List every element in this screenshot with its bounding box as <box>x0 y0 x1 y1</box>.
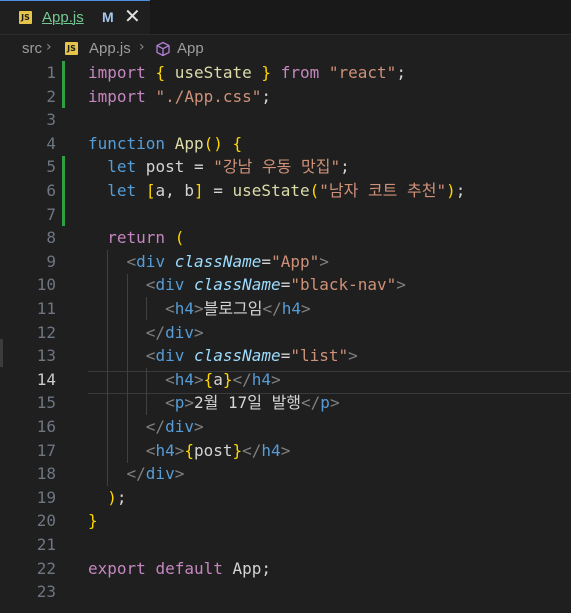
code-text[interactable]: import "./App.css"; <box>88 85 271 109</box>
code-line[interactable]: 8 return ( <box>0 226 571 250</box>
line-number: 13 <box>36 346 56 366</box>
code-line[interactable]: 1 import { useState } from "react"; <box>0 61 571 85</box>
breadcrumb-symbol[interactable]: App <box>177 40 204 57</box>
line-number: 20 <box>36 511 56 531</box>
breadcrumb-file[interactable]: App.js <box>89 40 131 57</box>
code-text[interactable]: <h4>{post}</h4> <box>88 439 291 463</box>
code-text[interactable]: <div className="list"> <box>88 344 358 368</box>
code-line[interactable]: 6 let [a, b] = useState("남자 코트 추천"); <box>0 179 571 203</box>
code-line[interactable]: 14 <h4>{a}</h4> <box>0 368 571 392</box>
code-line[interactable]: 15 <p>2월 17일 발행</p> <box>0 391 571 415</box>
line-number: 12 <box>36 322 56 342</box>
code-line[interactable]: 7 <box>0 203 571 227</box>
line-number: 11 <box>36 299 56 318</box>
close-icon[interactable]: ✕ <box>124 5 141 27</box>
line-number: 9 <box>46 251 56 271</box>
code-editor[interactable]: 1 import { useState } from "react"; 2 impor… <box>0 61 571 613</box>
code-line[interactable]: 9 <div className="App"> <box>0 250 571 274</box>
code-text[interactable]: <div className="black-nav"> <box>88 273 406 297</box>
line-number: 7 <box>46 204 56 224</box>
code-text[interactable]: ); <box>88 486 126 510</box>
code-text[interactable]: <h4>{a}</h4> <box>88 368 281 392</box>
modified-indicator: M <box>102 9 114 25</box>
line-number: 1 <box>46 63 56 82</box>
line-number: 19 <box>36 487 56 507</box>
code-text[interactable]: let post = "강남 우동 맛집"; <box>88 155 349 179</box>
code-text[interactable]: function App() { <box>88 132 242 156</box>
javascript-file-icon: JS <box>19 11 32 24</box>
code-line[interactable]: 2 import "./App.css"; <box>0 85 571 109</box>
breadcrumb-folder[interactable]: src <box>22 40 42 57</box>
line-number: 15 <box>36 393 56 413</box>
chevron-right-icon: › <box>46 39 52 55</box>
line-number: 17 <box>36 440 56 460</box>
line-number: 16 <box>36 417 56 436</box>
line-number: 8 <box>46 228 56 248</box>
code-line[interactable]: 20} <box>0 509 571 533</box>
line-number: 5 <box>46 157 56 177</box>
breadcrumb: src › JS App.js › App <box>0 35 571 61</box>
line-number: 2 <box>46 86 56 106</box>
code-line[interactable]: 10 <div className="black-nav"> <box>0 273 571 297</box>
code-text[interactable]: import { useState } from "react"; <box>88 61 406 85</box>
javascript-file-icon: JS <box>65 42 78 55</box>
code-text[interactable]: return ( <box>88 226 184 250</box>
line-number: 18 <box>36 464 56 484</box>
line-number: 10 <box>36 275 56 295</box>
code-line[interactable]: 17 <h4>{post}</h4> <box>0 439 571 463</box>
editor-tab-bar: JS App.js M ✕ <box>0 0 571 35</box>
tab-label[interactable]: App.js <box>42 9 84 26</box>
code-line[interactable]: 18 </div> <box>0 462 571 486</box>
code-text[interactable]: let [a, b] = useState("남자 코트 추천"); <box>88 179 465 203</box>
line-number: 3 <box>46 110 56 130</box>
code-text[interactable]: } <box>88 509 98 533</box>
code-line[interactable]: 19 ); <box>0 486 571 510</box>
code-line[interactable]: 5 let post = "강남 우동 맛집"; <box>0 155 571 179</box>
code-line[interactable]: 12 </div> <box>0 321 571 345</box>
code-line[interactable]: 23 <box>0 580 571 604</box>
code-text[interactable]: </div> <box>88 415 204 439</box>
code-line[interactable]: 16 </div> <box>0 415 571 439</box>
symbol-method-icon <box>156 41 170 57</box>
line-number: 21 <box>36 535 56 554</box>
line-number: 14 <box>36 369 56 389</box>
tab-app-js[interactable]: JS App.js M ✕ <box>0 0 150 34</box>
code-text[interactable]: <h4>블로그임</h4> <box>88 297 311 321</box>
line-number: 4 <box>46 133 56 153</box>
code-line[interactable]: 21 <box>0 533 571 557</box>
code-line[interactable]: 3 <box>0 108 571 132</box>
line-number: 23 <box>36 582 56 602</box>
code-line[interactable]: 11 <h4>블로그임</h4> <box>0 297 571 321</box>
code-text[interactable]: </div> <box>88 462 185 486</box>
line-number: 22 <box>36 558 56 578</box>
line-number: 6 <box>46 181 56 200</box>
code-line[interactable]: 4 function App() { <box>0 132 571 156</box>
code-text[interactable]: <p>2월 17일 발행</p> <box>88 391 340 415</box>
code-text[interactable]: export default App; <box>88 557 271 581</box>
chevron-right-icon: › <box>139 39 145 55</box>
code-text[interactable]: <div className="App"> <box>88 250 329 274</box>
code-text[interactable]: </div> <box>88 321 204 345</box>
code-line[interactable]: 13 <div className="list"> <box>0 344 571 368</box>
code-line[interactable]: 22 export default App; <box>0 557 571 581</box>
